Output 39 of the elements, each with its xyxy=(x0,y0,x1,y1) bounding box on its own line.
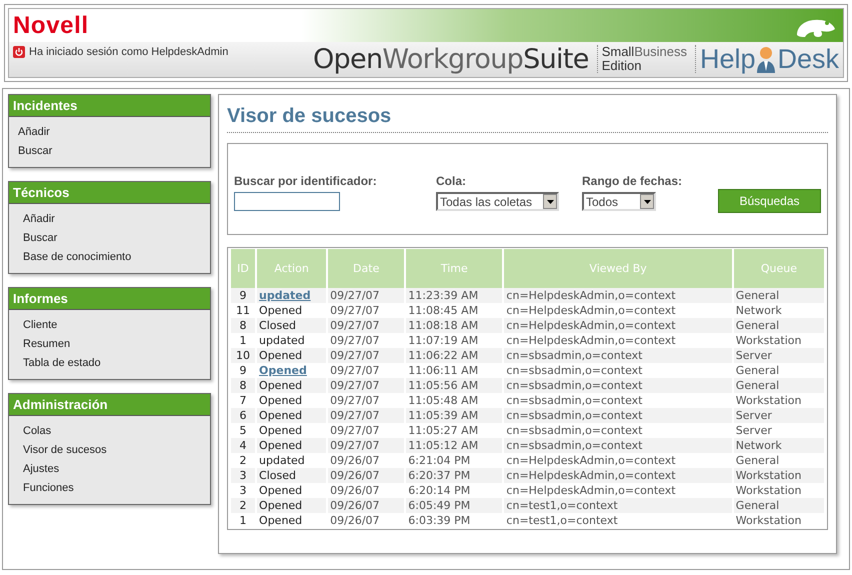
field-label: Cola: xyxy=(436,173,467,190)
brand-logo: Novell xyxy=(13,14,89,38)
section-header: Informes xyxy=(9,288,210,310)
menu-link[interactable]: Ajustes xyxy=(23,460,60,479)
desk-logo-text: Desk xyxy=(777,46,839,72)
section-header: Incidentes xyxy=(9,95,210,117)
table-cell: 6:03:39 PM xyxy=(405,513,504,528)
help-logo-text: Help xyxy=(700,46,756,72)
table-cell: Opened xyxy=(256,513,328,528)
field-label: Rango de fechas: xyxy=(582,173,684,190)
menu-link[interactable]: Buscar xyxy=(18,142,52,161)
person-headset-icon xyxy=(755,45,778,73)
menu-link[interactable]: Tabla de estado xyxy=(23,354,101,373)
id-input-field[interactable] xyxy=(234,192,340,211)
menu-link[interactable]: Colas xyxy=(23,422,52,441)
power-icon xyxy=(13,46,25,58)
action-link[interactable]: Opened xyxy=(259,364,307,377)
suite-logo: OpenWorkgroupSuite xyxy=(312,46,589,72)
menu-link[interactable]: Añadir xyxy=(18,123,50,142)
field-label: Buscar por identificador: xyxy=(234,173,378,190)
menu-link[interactable]: Visor de sucesos xyxy=(23,441,107,460)
table-cell: 1 xyxy=(230,513,256,528)
login-status: Ha iniciado sesión como HelpdeskAdmin xyxy=(29,45,228,60)
menu-link[interactable]: Cliente xyxy=(23,316,58,335)
queue-dropdown[interactable]: Todas las coletas xyxy=(436,192,559,211)
menu-link[interactable]: Añadir xyxy=(23,210,55,229)
table-cell: 09/26/07 xyxy=(327,513,406,528)
section-header: Técnicos xyxy=(9,182,210,204)
section-header: Administración xyxy=(9,394,210,416)
action-link[interactable]: updated xyxy=(259,289,311,302)
table-cell: Workstation xyxy=(732,513,825,528)
menu-link[interactable]: Base de conocimiento xyxy=(23,248,132,267)
table-cell: cn=test1,o=context xyxy=(503,513,733,528)
menu-link[interactable]: Buscar xyxy=(23,229,58,248)
edition-logo: SmallBusiness Edition xyxy=(596,45,687,73)
page-title: Visor de sucesos xyxy=(227,101,828,133)
menu-link[interactable]: Funciones xyxy=(23,479,74,498)
date-range-dropdown[interactable]: Todos xyxy=(582,192,656,211)
menu-link[interactable]: Resumen xyxy=(23,335,70,354)
